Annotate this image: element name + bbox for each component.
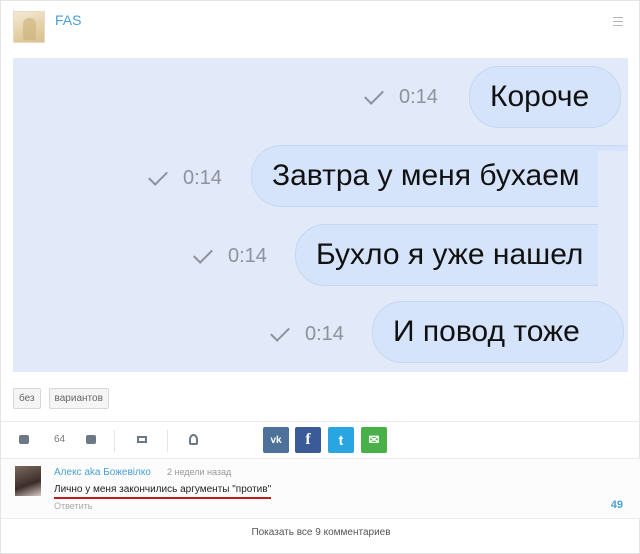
reply-link[interactable]: Ответить — [54, 501, 92, 511]
message-text: Бухло я уже нашел — [316, 238, 584, 271]
check-icon — [193, 243, 213, 264]
message-time: 0:14 — [228, 245, 267, 267]
tag[interactable]: без — [13, 388, 41, 409]
comment-avatar[interactable] — [15, 466, 41, 496]
comment-time: 2 недели назад — [167, 467, 232, 477]
mail-share-button[interactable]: ✉ — [361, 427, 387, 453]
dislike-icon[interactable] — [86, 435, 96, 444]
check-icon — [364, 84, 384, 105]
post-actions: 64 vk f t ✉ — [1, 421, 640, 459]
post-author[interactable]: FAS — [55, 12, 81, 28]
divider — [114, 430, 115, 452]
facebook-icon: f — [305, 431, 311, 448]
twitter-icon: t — [338, 432, 344, 448]
message-time: 0:14 — [399, 86, 438, 108]
like-icon[interactable] — [19, 435, 29, 444]
repost-icon[interactable] — [137, 436, 147, 443]
facebook-share-button[interactable]: f — [295, 427, 321, 453]
message-text: И повод тоже — [393, 315, 580, 348]
message-time: 0:14 — [305, 323, 344, 345]
divider — [167, 430, 168, 452]
message-meta: 0:14 — [270, 321, 344, 346]
comment-score: 49 — [610, 499, 623, 511]
comment-text: Лично у меня закончились аргументы "прот… — [54, 484, 272, 499]
post-header: FAS — [13, 11, 627, 47]
like-count: 64 — [54, 434, 66, 445]
message-time: 0:14 — [183, 167, 222, 189]
message-bubble: Завтра у меня бухаем — [251, 145, 628, 207]
message-bubble: И повод тоже — [372, 301, 624, 363]
mail-icon: ✉ — [368, 432, 380, 447]
message-bubble: Бухло я уже нашел — [295, 224, 628, 286]
twitter-share-button[interactable]: t — [328, 427, 354, 453]
post-image: 0:14 Короче 0:14 Завтра у меня бухаем 0:… — [13, 58, 628, 372]
check-icon — [270, 321, 290, 342]
menu-icon[interactable] — [613, 17, 623, 27]
post-card: FAS 0:14 Короче 0:14 Завтра у меня бухае… — [0, 0, 640, 554]
show-all-comments-link[interactable]: Показать все 9 комментариев — [1, 527, 640, 538]
comment-author[interactable]: Алекс aka Божевілко — [54, 467, 151, 478]
vk-share-button[interactable]: vk — [263, 427, 289, 453]
author-avatar[interactable] — [13, 11, 45, 43]
tag[interactable]: вариантов — [48, 388, 109, 409]
message-text: Короче — [490, 80, 590, 113]
message-text: Завтра у меня бухаем — [272, 159, 580, 192]
message-meta: 0:14 — [148, 165, 222, 190]
message-bubble: Короче — [469, 66, 621, 128]
message-meta: 0:14 — [193, 243, 267, 268]
tag-list: без вариантов — [13, 388, 109, 409]
users-icon[interactable] — [189, 434, 198, 445]
message-meta: 0:14 — [364, 84, 438, 109]
vk-icon: vk — [270, 434, 282, 446]
comment: Алекс aka Божевілко 2 недели назад Лично… — [1, 459, 640, 519]
check-icon — [148, 165, 168, 186]
